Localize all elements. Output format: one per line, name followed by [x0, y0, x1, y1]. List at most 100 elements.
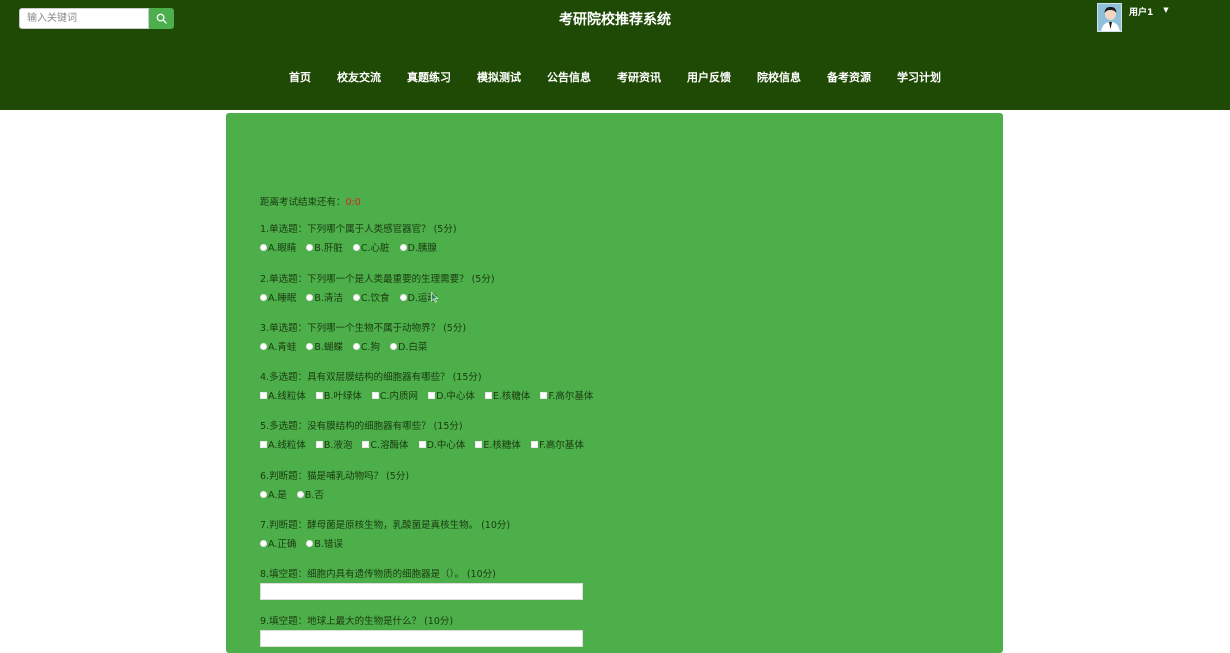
site-title: 考研院校推荐系统	[559, 12, 671, 28]
radio-button[interactable]	[260, 490, 267, 498]
user-name[interactable]: 用户1	[1129, 5, 1153, 18]
checkbox[interactable]	[484, 391, 492, 399]
answer-option[interactable]: F.高尔基体	[530, 437, 584, 451]
checkbox[interactable]	[260, 391, 267, 399]
answer-option[interactable]: E.核糖体	[484, 388, 531, 402]
answer-option[interactable]: B.否	[296, 487, 324, 501]
answer-option[interactable]: C.内质网	[371, 388, 418, 402]
answer-option[interactable]: B.清洁	[306, 290, 343, 304]
timer-value: 0:0	[345, 197, 361, 208]
radio-button[interactable]	[306, 539, 314, 547]
caret-down-icon[interactable]: ▼	[1163, 6, 1168, 14]
answer-option[interactable]: B.肝脏	[306, 240, 343, 254]
nav-mock-test[interactable]: 模拟测试	[477, 69, 521, 85]
answer-option[interactable]: C.饮食	[352, 290, 390, 304]
checkbox[interactable]	[530, 440, 538, 448]
checkbox[interactable]	[418, 440, 426, 448]
question-5: 5.多选题：没有膜结构的细胞器有哪些？ (15分) A.线粒体 B.液泡 C.溶酶体 D…	[260, 418, 594, 451]
option-label: F.高尔基体	[538, 440, 584, 451]
option-label: A.是	[268, 490, 287, 501]
checkbox[interactable]	[315, 391, 323, 399]
answer-option[interactable]: D.胰腺	[399, 240, 437, 254]
nav-exam-news[interactable]: 考研资讯	[617, 69, 661, 85]
option-label: E.核糖体	[483, 440, 521, 451]
nav-home[interactable]: 首页	[289, 69, 311, 85]
radio-button[interactable]	[260, 243, 267, 251]
question-7: 7.判断题：酵母菌是原核生物，乳酸菌是真核生物。 (10分) A.正确 B.错误	[260, 517, 510, 550]
answer-option[interactable]: D.白菜	[390, 339, 427, 353]
answer-option[interactable]: A.青蛙	[260, 339, 296, 353]
radio-button[interactable]	[390, 342, 398, 350]
option-label: D.中心体	[426, 440, 466, 451]
radio-button[interactable]	[399, 243, 407, 251]
nav-study-plan[interactable]: 学习计划	[897, 69, 941, 85]
avatar[interactable]	[1097, 3, 1122, 32]
answer-option[interactable]: C.狗	[352, 339, 380, 353]
checkbox[interactable]	[371, 391, 379, 399]
option-label: A.眼睛	[268, 243, 297, 254]
radio-button[interactable]	[260, 293, 267, 301]
nav-announcements[interactable]: 公告信息	[547, 69, 591, 85]
option-label: B.蝴蝶	[314, 342, 343, 353]
checkbox[interactable]	[315, 440, 323, 448]
answer-option[interactable]: B.蝴蝶	[306, 339, 343, 353]
radio-button[interactable]	[260, 342, 267, 350]
answer-option[interactable]: D.中心体	[428, 388, 475, 402]
user-menu[interactable]: 用户1 ▼	[1097, 3, 1169, 32]
option-label: B.液泡	[323, 440, 353, 451]
option-label: E.核糖体	[492, 391, 531, 402]
nav-alumni-exchange[interactable]: 校友交流	[337, 69, 381, 85]
exam-panel: 距离考试结束还有：0:0 1.单选题：下列哪个属于人类感官器官？ (5分) A.眼…	[226, 113, 1003, 653]
top-header: 考研院校推荐系统 用户1 ▼ 首页 校友交流 真题练习 模拟测试 公告信息 考研…	[0, 0, 1230, 110]
answer-option[interactable]: A.眼睛	[260, 240, 296, 254]
nav-school-info[interactable]: 院校信息	[757, 69, 801, 85]
checkbox[interactable]	[428, 391, 436, 399]
answer-option[interactable]: A.是	[260, 487, 287, 501]
nav-past-papers[interactable]: 真题练习	[407, 69, 451, 85]
answer-option[interactable]: A.线粒体	[260, 388, 306, 402]
option-label: B.错误	[314, 539, 343, 550]
option-label: B.清洁	[314, 293, 343, 304]
question-2: 2.单选题：下列哪一个是人类最重要的生理需要？ (5分) A.睡眠 B.清洁 C.饮食…	[260, 271, 495, 304]
answer-option[interactable]: E.核糖体	[475, 437, 521, 451]
radio-button[interactable]	[296, 490, 304, 498]
radio-button[interactable]	[352, 243, 360, 251]
option-label: B.否	[304, 490, 324, 501]
nav-user-feedback[interactable]: 用户反馈	[687, 69, 731, 85]
answer-option[interactable]: C.心脏	[352, 240, 390, 254]
nav-prep-resources[interactable]: 备考资源	[827, 69, 871, 85]
answer-option[interactable]: F.高尔基体	[540, 388, 593, 402]
answer-input[interactable]	[260, 630, 583, 647]
exam-timer: 距离考试结束还有：0:0	[260, 194, 361, 208]
option-group: A.睡眠 B.清洁 C.饮食 D.运动	[260, 290, 495, 304]
radio-button[interactable]	[399, 293, 407, 301]
answer-option[interactable]: B.错误	[306, 536, 343, 550]
answer-option[interactable]: B.液泡	[315, 437, 353, 451]
option-group: A.是 B.否	[260, 487, 409, 501]
answer-option[interactable]: A.正确	[260, 536, 296, 550]
checkbox[interactable]	[362, 440, 370, 448]
radio-button[interactable]	[352, 342, 360, 350]
checkbox[interactable]	[540, 391, 548, 399]
radio-button[interactable]	[352, 293, 360, 301]
option-label: C.溶酶体	[370, 440, 409, 451]
checkbox[interactable]	[475, 440, 483, 448]
answer-input[interactable]	[260, 583, 583, 600]
radio-button[interactable]	[306, 293, 314, 301]
answer-option[interactable]: D.中心体	[418, 437, 466, 451]
radio-button[interactable]	[306, 243, 314, 251]
question-title: 6.判断题：猫是哺乳动物吗？ (5分)	[260, 471, 410, 482]
radio-button[interactable]	[306, 342, 314, 350]
answer-option[interactable]: A.睡眠	[260, 290, 296, 304]
answer-option[interactable]: C.溶酶体	[362, 437, 409, 451]
option-label: F.高尔基体	[548, 391, 594, 402]
answer-option[interactable]: B.叶绿体	[315, 388, 362, 402]
radio-button[interactable]	[260, 539, 267, 547]
option-group: A.青蛙 B.蝴蝶 C.狗 D.白菜	[260, 339, 466, 353]
option-group: A.线粒体 B.叶绿体 C.内质网 D.中心体 E.核糖体 F.高尔基体	[260, 388, 603, 402]
checkbox[interactable]	[260, 440, 267, 448]
option-label: A.线粒体	[268, 391, 306, 402]
answer-option[interactable]: A.线粒体	[260, 437, 306, 451]
question-title: 4.多选题：具有双层膜结构的细胞器有哪些？ (15分)	[260, 372, 482, 383]
question-1: 1.单选题：下列哪个属于人类感官器官？ (5分) A.眼睛 B.肝脏 C.心脏 D.胰腺	[260, 221, 457, 254]
